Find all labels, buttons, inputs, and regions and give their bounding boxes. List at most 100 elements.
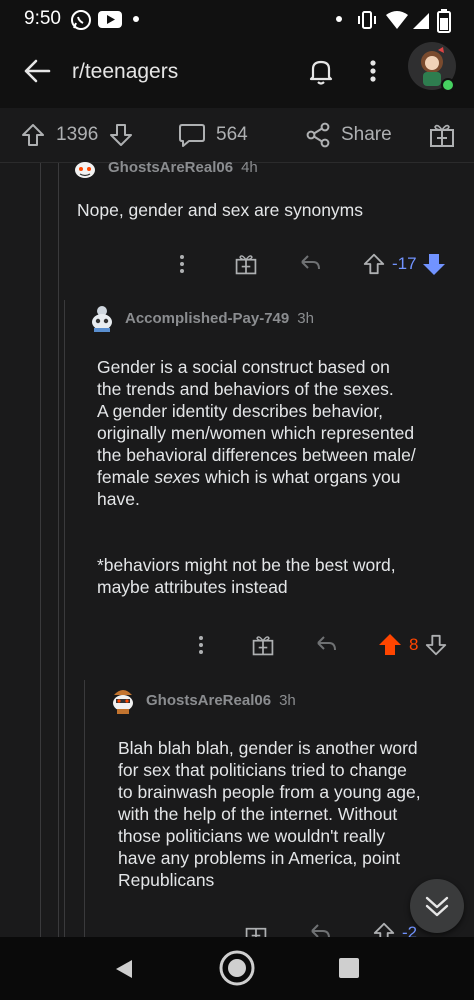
dot-icon xyxy=(133,16,139,22)
comment-more-button[interactable] xyxy=(189,630,213,660)
comment-age: 3h xyxy=(279,691,296,709)
comment-body: Blah blah blah, gender is another word f… xyxy=(118,737,463,891)
gift-icon xyxy=(235,255,257,275)
next-comment-button[interactable] xyxy=(410,879,464,933)
comment-line: to brainwash people from a young age, xyxy=(118,782,421,802)
kebab-menu-icon[interactable] xyxy=(361,55,385,87)
snoo-avatar-icon[interactable] xyxy=(70,152,100,182)
vertical-dots-icon xyxy=(180,255,184,273)
comment-line: for sex that politicians tried to change xyxy=(118,760,407,780)
share-button[interactable]: Share xyxy=(305,108,392,162)
upvote-icon[interactable] xyxy=(20,122,46,148)
comment-vote-group: -17 xyxy=(362,249,447,279)
comment-author[interactable]: GhostsAreReal06 xyxy=(146,692,271,709)
comment-award-button[interactable] xyxy=(244,918,268,937)
comment-body: Nope, gender and sex are synonyms xyxy=(77,199,363,221)
thread-line xyxy=(40,163,41,937)
vibrate-icon xyxy=(358,11,376,29)
comment-header: Accomplished-Pay-749 3h xyxy=(87,303,314,333)
comment-line: female sexes which is what organs you xyxy=(97,466,457,488)
comment-body: Gender is a social construct based on th… xyxy=(97,356,457,598)
comment-line: have any problems in America, point xyxy=(118,848,401,868)
comment-line: maybe attributes instead xyxy=(97,577,288,597)
comment-text-segment: which is what organs you xyxy=(200,467,401,487)
comment-line: those politicians we wouldn't really xyxy=(118,826,385,846)
screen: 9:50 r/teenagers 1396 564 Share GhostsAr… xyxy=(0,0,474,1000)
comment-score: -2 xyxy=(402,923,418,937)
gift-icon xyxy=(252,636,274,656)
comment-score: 8 xyxy=(409,635,419,654)
share-label: Share xyxy=(341,124,392,145)
status-bar: 9:50 xyxy=(0,0,474,38)
back-triangle-icon[interactable] xyxy=(112,957,136,981)
reply-arrow-icon xyxy=(311,924,330,937)
paragraph-spacer xyxy=(97,510,457,554)
downvote-filled-icon[interactable] xyxy=(421,251,447,277)
back-arrow-icon[interactable] xyxy=(22,56,52,86)
comment-line: the trends and behaviors of the sexes. xyxy=(97,379,394,399)
vertical-dots-icon xyxy=(199,636,203,654)
reply-arrow-icon xyxy=(301,255,320,270)
wifi-icon xyxy=(386,11,408,29)
status-time: 9:50 xyxy=(24,8,61,29)
bell-icon[interactable] xyxy=(305,55,337,87)
upvote-icon[interactable] xyxy=(372,921,396,937)
comment-header: GhostsAreReal06 3h xyxy=(108,685,296,715)
battery-icon xyxy=(437,9,451,33)
comment-line: Gender is a social construct based on xyxy=(97,357,390,377)
upvote-icon[interactable] xyxy=(362,252,386,276)
comment-vote-group: -2 xyxy=(372,918,417,937)
youtube-icon xyxy=(98,11,122,28)
app-header: r/teenagers xyxy=(0,38,474,108)
dot-icon xyxy=(336,16,342,22)
whatsapp-icon xyxy=(71,10,91,30)
post-score: 1396 xyxy=(56,124,99,145)
recents-square-icon[interactable] xyxy=(339,958,359,978)
thread-line xyxy=(58,163,59,937)
comment-score: -17 xyxy=(392,254,417,273)
gift-icon xyxy=(245,927,267,937)
comment-line: the behavioral differences between male/ xyxy=(97,445,416,465)
thread-line xyxy=(64,300,65,937)
comment-author[interactable]: Accomplished-Pay-749 xyxy=(125,310,289,327)
comment-age: 3h xyxy=(297,309,314,327)
comment-line: A gender identity describes behavior, xyxy=(97,401,384,421)
online-status-dot xyxy=(441,78,455,92)
comment-award-button[interactable] xyxy=(234,249,258,279)
comment-more-button[interactable] xyxy=(170,249,194,279)
downvote-icon[interactable] xyxy=(424,633,448,657)
comment-line: originally men/women which represented xyxy=(97,423,415,443)
snoo-avatar-icon[interactable] xyxy=(87,303,117,333)
comment-actions: 8 xyxy=(189,630,464,660)
share-icon xyxy=(306,122,330,148)
comment-italic-text: sexes xyxy=(154,467,201,487)
comment-count: 564 xyxy=(216,124,248,145)
comment-line: Blah blah blah, gender is another word xyxy=(118,738,418,758)
comment-text: Nope, gender and sex are synonyms xyxy=(77,200,363,220)
comment-bubble-icon xyxy=(179,124,205,147)
signal-icon xyxy=(413,13,429,29)
comment-line: with the help of the internet. Without xyxy=(118,804,398,824)
snoo-avatar-icon[interactable] xyxy=(108,685,138,715)
comment-reply-button[interactable] xyxy=(298,249,322,279)
comment-line: have. xyxy=(97,489,140,509)
upvote-filled-icon[interactable] xyxy=(377,632,403,658)
home-circle-icon[interactable] xyxy=(218,949,256,987)
comment-header: GhostsAreReal06 4h xyxy=(70,152,258,182)
reply-arrow-icon xyxy=(317,636,336,651)
comment-award-button[interactable] xyxy=(251,630,275,660)
system-nav-bar xyxy=(0,937,474,1000)
comment-reply-button[interactable] xyxy=(314,630,338,660)
award-button[interactable] xyxy=(428,108,456,162)
comment-line: *behaviors might not be the best word, xyxy=(97,555,396,575)
double-chevron-down-icon xyxy=(425,896,449,917)
comment-text-segment: female xyxy=(97,467,155,487)
subreddit-title[interactable]: r/teenagers xyxy=(72,60,178,84)
gift-icon xyxy=(430,124,454,147)
comment-age: 4h xyxy=(241,158,258,176)
comment-author[interactable]: GhostsAreReal06 xyxy=(108,159,233,176)
comment-line: Republicans xyxy=(118,870,215,890)
comment-reply-button[interactable] xyxy=(308,918,332,937)
comment-vote-group: 8 xyxy=(377,630,448,660)
downvote-icon[interactable] xyxy=(108,122,134,148)
